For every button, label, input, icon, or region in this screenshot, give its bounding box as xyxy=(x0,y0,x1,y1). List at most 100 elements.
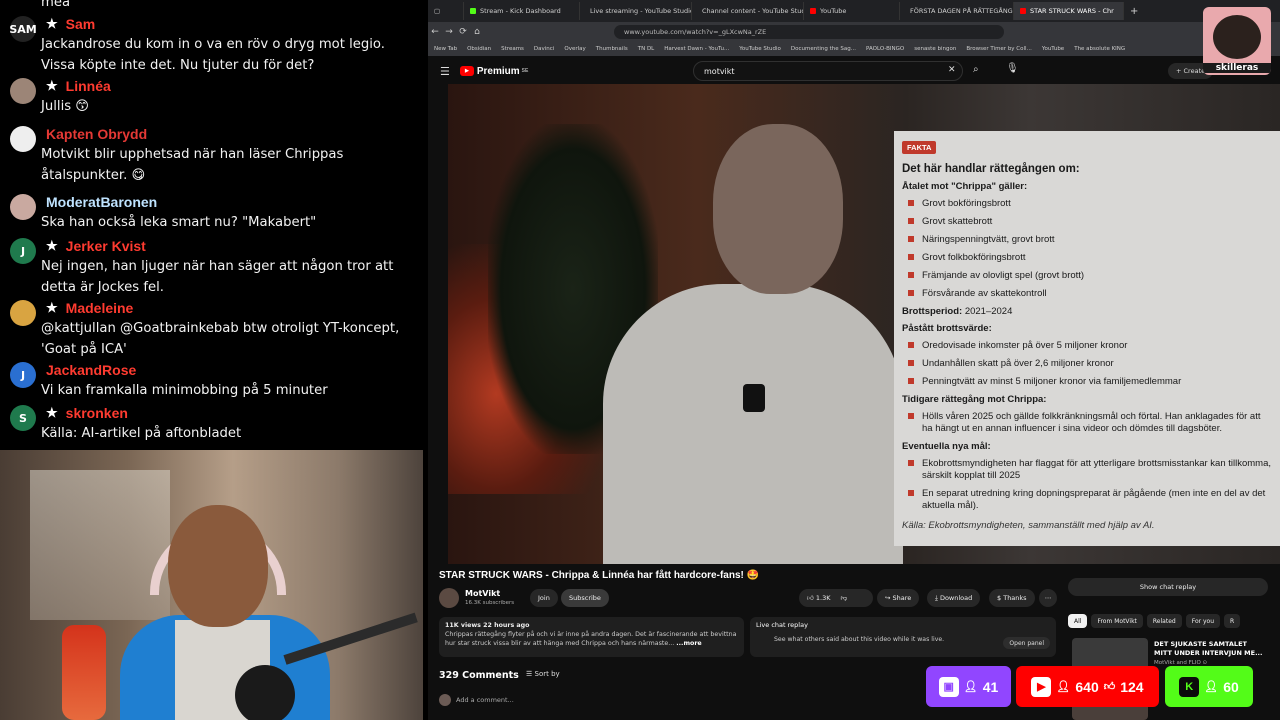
youtube-viewer-counter: ▶ 👤︎ 640 👍︎ 124 xyxy=(1016,666,1159,707)
host-hoodie xyxy=(603,284,903,564)
chat-username[interactable]: Linnéa xyxy=(66,78,111,94)
channel-subscribers: 16.3K subscribers xyxy=(465,600,515,606)
hamburger-menu-icon[interactable]: ☰ xyxy=(440,65,450,78)
filter-chip[interactable]: All xyxy=(1068,614,1088,628)
star-icon: ★ xyxy=(46,238,58,253)
url-field[interactable]: www.youtube.com/watch?v=_gLXcwNa_rZE xyxy=(614,25,1004,39)
chat-text: Vi kan framkalla minimobbing på 5 minute… xyxy=(41,383,328,398)
thanks-label: Thanks xyxy=(1003,594,1027,602)
chat-username[interactable]: Madeleine xyxy=(66,300,134,316)
chat-username[interactable]: JackandRose xyxy=(46,362,136,378)
bookmark-item[interactable]: Streams xyxy=(501,46,524,52)
chat-username[interactable]: Sam xyxy=(66,16,96,32)
chat-avatar xyxy=(10,194,36,220)
tab-favicon-icon xyxy=(470,8,476,14)
reload-icon[interactable]: ⟳ xyxy=(456,27,470,37)
more-actions-button[interactable]: ⋯ xyxy=(1039,589,1057,607)
add-comment-input[interactable]: Add a comment... xyxy=(456,696,514,704)
chat-text: Motvikt blir upphetsad när han läser Chr… xyxy=(41,147,344,183)
home-icon[interactable]: ⌂ xyxy=(470,27,484,37)
recommendation-title[interactable]: DET SJUKASTE SAMTALET MITT UNDER INTERVJ… xyxy=(1154,640,1264,658)
chat-username[interactable]: Jerker Kvist xyxy=(66,238,146,254)
join-button[interactable]: Join xyxy=(530,589,558,607)
logo-face-icon xyxy=(1213,15,1261,59)
chat-header: ★ Madeleine xyxy=(46,298,133,318)
bookmark-item[interactable]: Davinci xyxy=(534,46,554,52)
bookmark-item[interactable]: senaste bingon xyxy=(914,46,956,52)
twitch-icon: ▣ xyxy=(938,676,959,697)
browser-tab[interactable]: Stream - Kick Dashboard xyxy=(464,2,580,20)
fact-list-item: Hölls våren 2025 och gällde folkkränknin… xyxy=(902,411,1272,435)
chat-avatar xyxy=(10,126,36,152)
sort-icon: ☰ xyxy=(526,670,533,678)
bookmark-item[interactable]: Overlay xyxy=(564,46,585,52)
dislike-icon[interactable]: 👎︎ xyxy=(840,594,847,602)
sort-by-button[interactable]: ☰ Sort by xyxy=(526,670,560,678)
bookmark-item[interactable]: The absolute KING xyxy=(1074,46,1125,52)
chat-username[interactable]: Kapten Obrydd xyxy=(46,126,147,142)
search-input[interactable]: motvikt xyxy=(693,61,963,81)
thanks-button[interactable]: $ Thanks xyxy=(989,589,1035,607)
bookmark-item[interactable]: Thumbnails xyxy=(596,46,628,52)
youtube-logo[interactable]: ▶ Premium SE xyxy=(459,66,529,77)
clear-search-icon[interactable]: ✕ xyxy=(948,65,956,75)
bookmark-item[interactable]: YouTube xyxy=(1042,46,1064,52)
description-meta: 11K views 22 hours ago xyxy=(445,622,530,629)
browser-tab[interactable]: Live streaming - YouTube Studio xyxy=(580,2,692,20)
youtube-region-label: SE xyxy=(521,68,529,74)
browser-tab[interactable]: Channel content - YouTube Studio xyxy=(692,2,804,20)
bookmark-item[interactable]: New Tab xyxy=(434,46,457,52)
channel-avatar[interactable] xyxy=(439,588,459,608)
chat-username[interactable]: skronken xyxy=(66,405,128,421)
period-line: Brottsperiod: 2021–2024 xyxy=(902,306,1272,317)
filter-chip[interactable]: R xyxy=(1224,614,1241,628)
chat-text: Ska han också leka smart nu? "Makabert" xyxy=(41,215,317,230)
fact-list-item: Undanhållen skatt på över 2,6 miljoner k… xyxy=(902,358,1272,370)
forward-icon[interactable]: → xyxy=(442,27,456,37)
bookmark-item[interactable]: Browser Timer by Coll... xyxy=(966,46,1032,52)
period-label: Brottsperiod: xyxy=(902,306,963,317)
subscribe-button[interactable]: Subscribe xyxy=(561,589,609,607)
open-panel-button[interactable]: Open panel xyxy=(1003,637,1050,649)
tab-overview-icon[interactable]: ▢ xyxy=(428,2,464,20)
chat-panel: mea SAM ★ Sam Jackandrose du kom in o va en … xyxy=(0,0,428,450)
browser-tab[interactable]: FÖRSTA DAGEN PÅ RÄTTEGÅNG xyxy=(900,2,1014,20)
more-link[interactable]: ...more xyxy=(676,640,701,647)
browser-tab[interactable]: YouTube xyxy=(804,2,900,20)
show-chat-replay-button[interactable]: Show chat replay xyxy=(1068,578,1268,596)
lapel-mic-icon xyxy=(743,384,765,412)
youtube-icon: ▶ xyxy=(1031,676,1052,697)
like-count[interactable]: 1.3K xyxy=(816,594,831,602)
browser-tab[interactable]: STAR STRUCK WARS - Chr xyxy=(1014,2,1124,20)
sort-label: Sort by xyxy=(534,670,560,678)
like-icon[interactable]: 👍︎ xyxy=(807,594,814,602)
charges-heading: Åtalet mot "Chrippa" gäller: xyxy=(902,181,1028,192)
chat-header: ★ Sam xyxy=(46,14,95,34)
search-icon[interactable]: ⌕ xyxy=(973,64,979,75)
fact-list-item: Främjande av olovligt spel (grovt brott) xyxy=(902,270,1272,282)
back-icon[interactable]: ← xyxy=(428,27,442,37)
bookmark-item[interactable]: TN DL xyxy=(638,46,655,52)
bookmark-item[interactable]: YouTube Studio xyxy=(739,46,781,52)
video-player[interactable]: FAKTA Det här handlar rättegången om: Åt… xyxy=(448,84,1280,564)
twitch-viewer-count: 41 xyxy=(982,678,999,695)
new-tab-button[interactable]: + xyxy=(1124,2,1144,20)
kick-icon: K xyxy=(1179,676,1200,697)
channel-name[interactable]: MotVikt xyxy=(465,589,500,598)
chat-avatar: SAM xyxy=(9,16,37,42)
filter-chip[interactable]: From MotVikt xyxy=(1091,614,1143,628)
download-button[interactable]: ⤓ Download xyxy=(927,589,981,607)
star-icon: ★ xyxy=(46,16,58,31)
description-box[interactable]: 11K views 22 hours ago Chrippas rättegån… xyxy=(439,617,744,657)
chat-username[interactable]: ModeratBaronen xyxy=(46,194,157,210)
chat-avatar xyxy=(10,300,36,326)
bookmark-item[interactable]: Harvest Dawn - YouTu... xyxy=(664,46,729,52)
bookmark-item[interactable]: Obsidian xyxy=(467,46,491,52)
bookmark-item[interactable]: PAOLO-BINGO xyxy=(866,46,904,52)
bookmark-item[interactable]: Documenting the Sag... xyxy=(791,46,856,52)
voice-search-icon[interactable]: 🎙 xyxy=(1006,63,1019,74)
share-button[interactable]: ↪ Share xyxy=(877,589,920,607)
tab-label: Channel content - YouTube Studio xyxy=(702,7,804,15)
filter-chip[interactable]: Related xyxy=(1146,614,1182,628)
filter-chip[interactable]: For you xyxy=(1185,614,1221,628)
